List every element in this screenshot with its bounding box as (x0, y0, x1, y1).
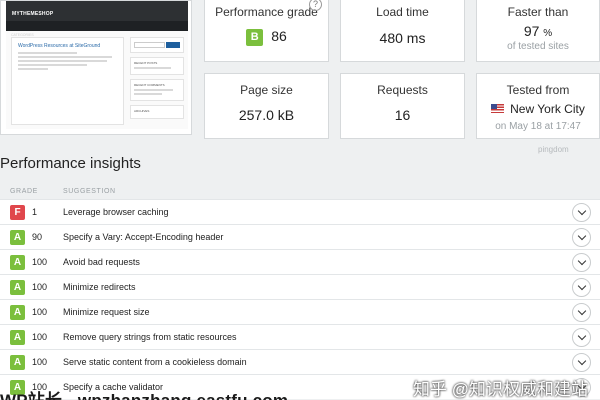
grade-badge: A (10, 230, 25, 245)
grade-badge: A (10, 280, 25, 295)
requests-label: Requests (377, 83, 428, 97)
tested-from-date: on May 18 at 17:47 (495, 121, 581, 132)
score-value: 1 (32, 207, 38, 217)
table-row[interactable]: F 1 Leverage browser caching (0, 199, 600, 224)
suggestion-column-header: SUGGESTION (63, 188, 116, 195)
page-size-label: Page size (240, 83, 293, 97)
requests-card: Requests 16 (340, 73, 465, 139)
site-preview: MYTHEMESHOP CATEGORIES WordPress Resourc… (6, 1, 188, 129)
table-header: GRADE SUGGESTION (0, 184, 600, 199)
requests-value: 16 (394, 107, 411, 123)
watermark-zhihu: 知乎 @知识权威和建站 (413, 380, 588, 399)
tested-from-location: New York City (510, 102, 585, 116)
performance-grade-value: 86 (271, 28, 287, 44)
faster-than-label: Faster than (507, 5, 569, 19)
table-row[interactable]: A 100 Remove query strings from static res… (0, 324, 600, 349)
grade-badge: A (10, 355, 25, 370)
suggestion-label: Minimize redirects (63, 282, 136, 292)
table-row[interactable]: A 100 Minimize redirects (0, 274, 600, 299)
table-row[interactable]: A 100 Avoid bad requests (0, 249, 600, 274)
site-sidebar: RECENT POSTS RECENT COMMENTS ARCHIVES (130, 37, 184, 119)
us-flag-icon (491, 104, 505, 113)
chevron-down-icon[interactable] (572, 328, 591, 347)
suggestion-label: Remove query strings from static resourc… (63, 332, 237, 342)
text-line (18, 60, 108, 62)
site-post-title: WordPress Resources at SiteGround (18, 43, 101, 49)
tested-from-label: Tested from (506, 83, 570, 97)
suggestion-label: Leverage browser caching (63, 207, 169, 217)
score-value: 100 (32, 282, 48, 292)
page-size-card: Page size 257.0 kB (204, 73, 329, 139)
grade-column-header: GRADE (10, 188, 38, 195)
pingdom-brand: pingdom (538, 145, 569, 154)
score-value: 100 (32, 307, 48, 317)
site-widget: RECENT COMMENTS (130, 79, 184, 101)
site-search (130, 37, 184, 53)
score-value: 100 (32, 257, 48, 267)
table-row[interactable]: A 100 Serve static content from a cookiele… (0, 349, 600, 374)
page-size-value: 257.0 kB (238, 107, 295, 123)
grade-badge: A (10, 305, 25, 320)
chevron-down-icon[interactable] (572, 303, 591, 322)
text-line (18, 52, 78, 54)
site-widget: ARCHIVES (130, 105, 184, 119)
site-nav: CATEGORIES (6, 21, 188, 37)
score-value: 100 (32, 332, 48, 342)
suggestion-label: Specify a Vary: Accept-Encoding header (63, 232, 224, 242)
faster-than-value: 97 (523, 23, 540, 39)
chevron-down-icon[interactable] (572, 203, 591, 222)
text-line (18, 68, 48, 70)
tested-from-card: Tested from New York City on May 18 at 1… (476, 73, 600, 139)
chevron-down-icon[interactable] (572, 253, 591, 272)
load-time-card: Load time 480 ms (340, 0, 465, 62)
site-screenshot: MYTHEMESHOP CATEGORIES WordPress Resourc… (0, 0, 192, 135)
table-row[interactable]: A 90 Specify a Vary: Accept-Encoding heade… (0, 224, 600, 249)
chevron-down-icon[interactable] (572, 353, 591, 372)
chevron-down-icon[interactable] (572, 278, 591, 297)
chevron-down-icon[interactable] (572, 228, 591, 247)
suggestion-label: Avoid bad requests (63, 257, 140, 267)
load-time-value: 480 ms (379, 30, 426, 46)
site-widget: RECENT POSTS (130, 57, 184, 75)
score-value: 100 (32, 357, 48, 367)
site-header: MYTHEMESHOP (6, 1, 188, 21)
load-time-label: Load time (376, 5, 429, 19)
site-post: WordPress Resources at SiteGround (11, 37, 124, 125)
grade-badge: F (10, 205, 25, 220)
text-line (18, 56, 113, 58)
site-logo: MYTHEMESHOP (12, 11, 54, 17)
faster-than-sub: of tested sites (507, 41, 569, 52)
table-row[interactable]: A 100 Minimize request size (0, 299, 600, 324)
table-body: F 1 Leverage browser caching A 90 Specify a V… (0, 199, 600, 399)
faster-than-card: Faster than 97 % of tested sites (476, 0, 600, 62)
suggestion-label: Minimize request size (63, 307, 150, 317)
grade-badge: A (10, 330, 25, 345)
text-line (18, 64, 88, 66)
faster-than-unit: % (543, 28, 553, 39)
site-body: WordPress Resources at SiteGround RECENT… (6, 31, 188, 129)
grade-badge: A (10, 255, 25, 270)
insights-title: Performance insights (0, 155, 141, 172)
score-value: 90 (32, 232, 43, 242)
insights-table: GRADE SUGGESTION F 1 Leverage browser cach… (0, 184, 600, 399)
suggestion-label: Serve static content from a cookieless d… (63, 357, 247, 367)
watermark-site: WP站长 - wpzhanzhang.eastfu.com (0, 386, 288, 400)
grade-badge: B (246, 29, 264, 46)
